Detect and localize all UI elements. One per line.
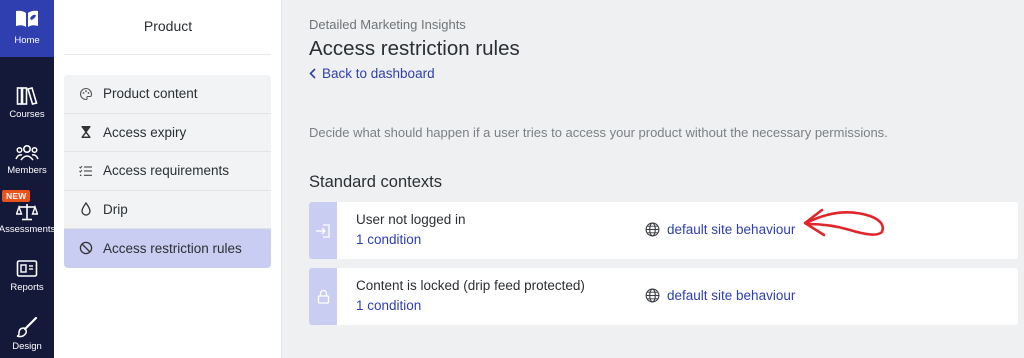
page-title: Access restriction rules: [309, 37, 520, 60]
books-icon: [16, 87, 38, 105]
sidebar-divider: [64, 54, 271, 55]
paintbrush-icon: [16, 316, 38, 338]
new-badge: NEW: [2, 190, 31, 202]
page-description: Decide what should happen if a user trie…: [309, 125, 888, 140]
prohibited-icon: [76, 238, 96, 258]
sidebar-item-product-content[interactable]: Product content: [64, 75, 271, 114]
behaviour-link[interactable]: default site behaviour: [645, 222, 795, 237]
product-name: Detailed Marketing Insights: [309, 17, 466, 32]
sidebar-item-label: Product content: [103, 86, 198, 102]
sidebar-item-access-requirements[interactable]: Access requirements: [64, 152, 271, 191]
app-nav-rail: Home Courses Members Assessments NEW Rep…: [0, 0, 56, 358]
context-icon-strip: [309, 202, 337, 259]
palette-icon: [76, 84, 96, 104]
nav-assessments-label: Assessments: [0, 224, 56, 235]
section-title: Standard contexts: [309, 173, 442, 191]
behaviour-link[interactable]: default site behaviour: [645, 288, 795, 303]
nav-courses-label: Courses: [9, 109, 45, 120]
nav-design-label: Design: [12, 341, 42, 352]
sidebar-item-access-expiry[interactable]: Access expiry: [64, 113, 271, 152]
main-content: Detailed Marketing Insights Access restr…: [282, 0, 1024, 358]
nav-members[interactable]: Members: [0, 144, 54, 176]
sidebar-item-access-restriction-rules[interactable]: Access restriction rules: [64, 229, 271, 268]
hourglass-icon: [76, 122, 96, 142]
product-sidebar: Product Product content Access expiry Ac…: [54, 0, 282, 358]
sidebar-item-label: Drip: [103, 201, 128, 217]
nav-design[interactable]: Design: [0, 316, 54, 352]
globe-icon: [645, 288, 660, 303]
globe-icon: [645, 222, 660, 237]
people-icon: [15, 144, 39, 161]
behaviour-label: default site behaviour: [667, 288, 796, 303]
checklist-icon: [76, 161, 96, 181]
sidebar-menu: Product content Access expiry Access req…: [64, 75, 271, 268]
nav-courses[interactable]: Courses: [0, 86, 54, 120]
sidebar-item-label: Access restriction rules: [103, 240, 242, 256]
context-row-content-locked[interactable]: Content is locked (drip feed protected) …: [309, 268, 1018, 325]
droplet-icon: [76, 199, 96, 219]
nav-reports[interactable]: Reports: [0, 259, 54, 293]
nav-members-label: Members: [7, 165, 47, 176]
context-row-user-not-logged-in[interactable]: User not logged in 1 condition default s…: [309, 202, 1018, 259]
sidebar-item-label: Access requirements: [103, 163, 230, 179]
sidebar-title: Product: [143, 18, 193, 34]
open-book-icon: [16, 10, 38, 27]
nav-assessments[interactable]: Assessments: [0, 203, 56, 235]
nav-home[interactable]: Home: [0, 0, 54, 57]
back-to-dashboard-link[interactable]: Back to dashboard: [309, 66, 435, 81]
sign-in-icon: [316, 223, 330, 238]
report-icon: [16, 260, 38, 277]
sidebar-item-label: Access expiry: [103, 124, 187, 140]
chevron-left-icon: [309, 68, 316, 79]
context-name: Content is locked (drip feed protected): [356, 278, 585, 293]
lock-icon: [317, 289, 329, 304]
behaviour-label: default site behaviour: [667, 222, 796, 237]
back-link-label: Back to dashboard: [322, 66, 435, 81]
condition-count-link[interactable]: 1 condition: [356, 298, 421, 313]
context-icon-strip: [309, 268, 337, 325]
nav-home-label: Home: [14, 35, 40, 46]
scales-icon: [16, 204, 38, 221]
annotation-arrow-icon: [803, 208, 885, 237]
condition-count-link[interactable]: 1 condition: [356, 232, 421, 247]
context-name: User not logged in: [356, 212, 466, 227]
nav-reports-label: Reports: [10, 282, 44, 293]
sidebar-item-drip[interactable]: Drip: [64, 190, 271, 229]
